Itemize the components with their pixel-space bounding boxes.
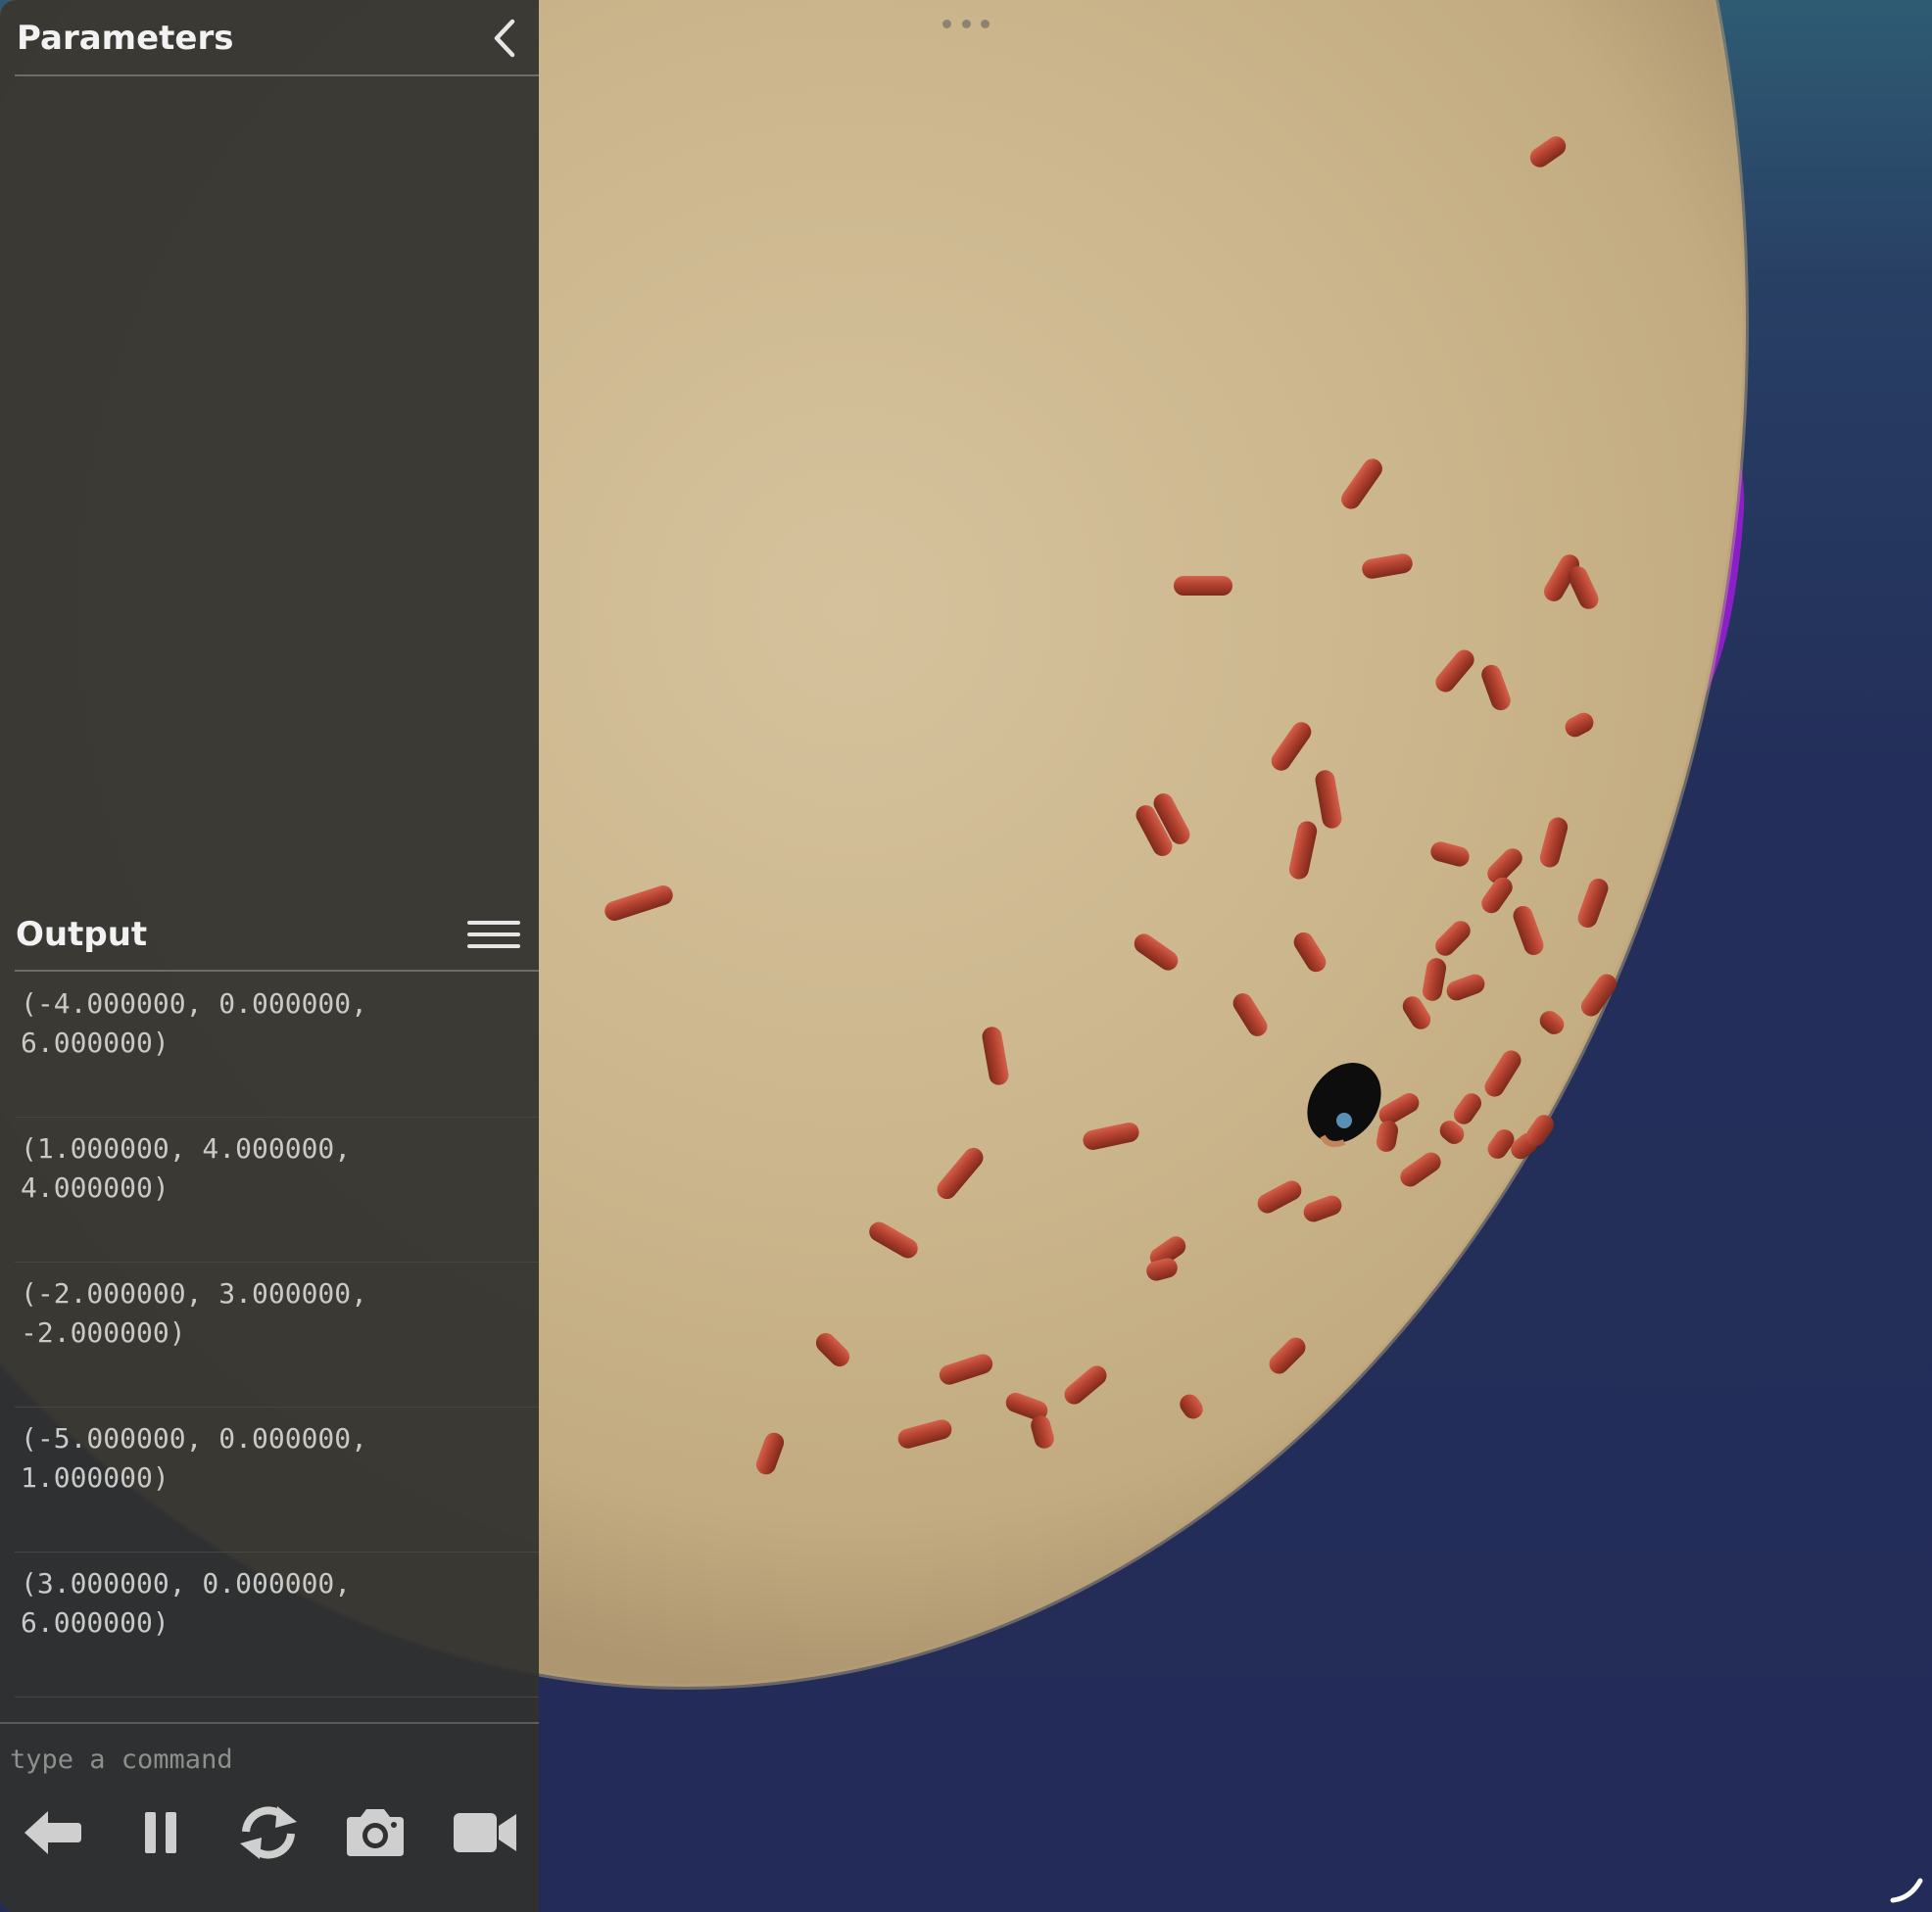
output-entry: (1.000000, 4.000000, 4.000000) bbox=[0, 1118, 539, 1263]
back-arrow-icon bbox=[24, 1811, 81, 1854]
parameters-header: Parameters bbox=[0, 0, 539, 76]
playback-toolbar bbox=[0, 1798, 539, 1867]
video-camera-icon bbox=[454, 1813, 516, 1852]
record-video-button[interactable] bbox=[446, 1798, 524, 1867]
command-divider bbox=[0, 1722, 539, 1724]
resize-handle-icon[interactable] bbox=[1887, 1867, 1926, 1906]
chevron-left-icon[interactable] bbox=[486, 15, 521, 62]
output-entry: (-5.000000, 0.000000, 1.000000) bbox=[0, 1408, 539, 1553]
sidebar: Parameters Output (-4.000000, 0.000000, … bbox=[0, 0, 539, 1912]
camera-icon bbox=[347, 1809, 404, 1856]
more-dots-icon[interactable] bbox=[942, 17, 990, 30]
command-input[interactable] bbox=[8, 1739, 521, 1780]
output-entry: (-2.000000, 3.000000, -2.000000) bbox=[0, 1263, 539, 1408]
output-entry: (3.000000, 0.000000, 6.000000) bbox=[0, 1553, 539, 1697]
app-window: Parameters Output (-4.000000, 0.000000, … bbox=[0, 0, 1932, 1912]
refresh-icon bbox=[240, 1806, 297, 1859]
pause-icon bbox=[145, 1812, 176, 1853]
output-header: Output bbox=[0, 897, 539, 972]
screenshot-button[interactable] bbox=[336, 1798, 414, 1867]
output-title: Output bbox=[16, 915, 148, 954]
hamburger-menu-icon[interactable] bbox=[466, 918, 521, 951]
refresh-button[interactable] bbox=[229, 1798, 308, 1867]
particle-pill bbox=[1174, 576, 1232, 596]
output-list: (-4.000000, 0.000000, 6.000000) (1.00000… bbox=[0, 973, 539, 1697]
pause-button[interactable] bbox=[121, 1798, 200, 1867]
back-button[interactable] bbox=[13, 1798, 91, 1867]
output-entry: (-4.000000, 0.000000, 6.000000) bbox=[0, 973, 539, 1118]
parameters-title: Parameters bbox=[17, 19, 234, 58]
